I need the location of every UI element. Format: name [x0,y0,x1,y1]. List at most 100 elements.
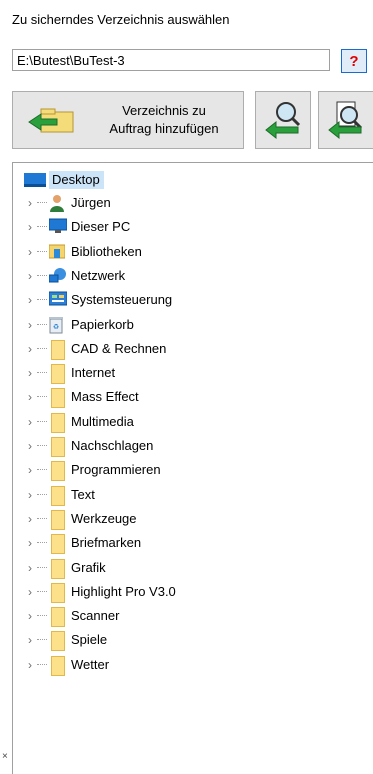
add-folder-line2: Auftrag hinzufügen [109,121,219,136]
folder-icon [49,582,65,603]
add-folder-button[interactable]: Verzeichnis zu Auftrag hinzufügen [12,91,244,149]
tree-item-label: Programmieren [71,462,161,478]
chevron-right-icon[interactable]: › [23,342,37,356]
chevron-right-icon[interactable]: › [23,633,37,647]
tree-item-label: CAD & Rechnen [71,340,167,356]
tree-item[interactable]: › Jürgen [23,193,111,213]
folder-icon [49,461,65,482]
tree-connector [37,615,47,617]
tree-item[interactable]: › Dieser PC [23,217,130,237]
folder-icon [49,607,65,628]
tree-item-label: Papierkorb [71,316,134,332]
folder-icon [49,364,65,385]
tree-item[interactable]: › CAD & Rechnen [23,339,167,360]
desktop-icon [24,173,46,187]
tree-connector [37,226,47,228]
search-arrow-icon [265,102,301,140]
chevron-right-icon[interactable]: › [23,220,37,234]
tree-item[interactable]: › Systemsteuerung [23,290,172,310]
tree-connector [37,420,47,423]
tree-item[interactable]: › Werkzeuge [23,509,137,530]
chevron-right-icon[interactable]: › [23,366,37,380]
tree-item-label: Internet [71,365,116,381]
folder-icon [49,509,65,530]
chevron-right-icon[interactable]: › [23,463,37,477]
tree-item[interactable]: › Grafik [23,558,106,579]
tree-item[interactable]: › Mass Effect [23,387,139,409]
tree-connector [37,517,47,520]
chevron-right-icon[interactable]: › [23,293,37,307]
tree-connector [37,323,47,326]
tree-item-label: Highlight Pro V3.0 [71,583,176,599]
tree-connector [37,299,47,301]
search-back-button[interactable] [255,91,311,149]
tree-connector [37,347,47,350]
tree-item-label: Scanner [71,608,120,624]
folder-icon [49,339,65,360]
tree-item[interactable]: › Briefmarken [23,533,142,555]
tree-item[interactable]: › Netzwerk [23,266,125,286]
tree-connector [37,396,47,398]
help-label: ? [349,52,359,70]
chevron-right-icon[interactable]: › [23,609,37,623]
dialog-title: Zu sicherndes Verzeichnis auswählen [12,12,230,27]
tree-root-label: Desktop [49,171,104,189]
tree-item-label: Briefmarken [71,535,142,551]
tree-connector [37,566,47,569]
chevron-right-icon[interactable]: › [23,658,37,672]
tree-item-label: Dieser PC [71,219,131,235]
chevron-right-icon[interactable]: › [23,245,37,259]
tree-item-label: Spiele [71,632,108,648]
tree-item[interactable]: › Programmieren [23,460,161,482]
chevron-right-icon[interactable]: › [23,196,37,210]
chevron-right-icon[interactable]: › [23,585,37,599]
tree-item[interactable]: › Wetter [23,655,110,676]
library-icon [48,243,66,261]
folder-icon [49,437,65,457]
add-folder-label: Verzeichnis zu Auftrag hinzufügen [89,102,239,138]
tree-connector [37,663,47,666]
network-icon [48,267,66,285]
help-button[interactable]: ? [341,49,367,73]
document-search-button[interactable] [318,91,373,149]
tree-connector [37,202,47,204]
tree-item[interactable]: › Scanner [23,606,120,628]
tree-item[interactable]: › ♻ Papierkorb [23,315,134,335]
folder-icon [49,534,65,555]
path-input[interactable] [12,49,330,71]
tree-item[interactable]: › Internet [23,363,116,385]
chevron-right-icon[interactable]: › [23,512,37,526]
tree-item[interactable]: › Text [23,485,95,506]
chevron-right-icon[interactable]: › [23,390,37,404]
folder-icon [49,485,65,506]
chevron-right-icon[interactable]: › [23,561,37,575]
user-icon [49,194,65,212]
tree-item-label: Wetter [71,656,110,672]
tree-item[interactable]: › Bibliotheken [23,242,142,262]
tree-item-label: Multimedia [71,413,134,429]
chevron-right-icon[interactable]: › [23,269,37,283]
tree-item-label: Bibliotheken [71,243,142,259]
tree-item-label: Mass Effect [71,389,139,405]
chevron-right-icon[interactable]: › [23,415,37,429]
folder-icon [49,412,65,433]
folder-icon [49,631,65,652]
chevron-right-icon[interactable]: › [23,536,37,550]
tree-item-label: Systemsteuerung [71,292,173,308]
tree-item[interactable]: › Nachschlagen [23,436,153,457]
folder-tree[interactable]: Desktop › Jürgen › Dieser PC › Bibliotheken › N… [12,162,373,774]
tree-item[interactable]: › Spiele [23,630,108,652]
tree-connector [37,493,47,496]
chevron-right-icon[interactable]: › [23,439,37,453]
tree-item[interactable]: › Highlight Pro V3.0 [23,582,176,603]
tree-connector [37,469,47,471]
chevron-right-icon[interactable]: › [23,488,37,502]
tree-item[interactable]: › Multimedia [23,412,134,433]
tree-root-desktop[interactable]: Desktop [24,171,104,189]
tree-connector [37,639,47,641]
folder-icon [49,388,65,409]
tree-connector [37,590,47,593]
tree-item-label: Grafik [71,559,106,575]
chevron-right-icon[interactable]: › [23,318,37,332]
recycle-bin-icon: ♻ [49,316,65,334]
